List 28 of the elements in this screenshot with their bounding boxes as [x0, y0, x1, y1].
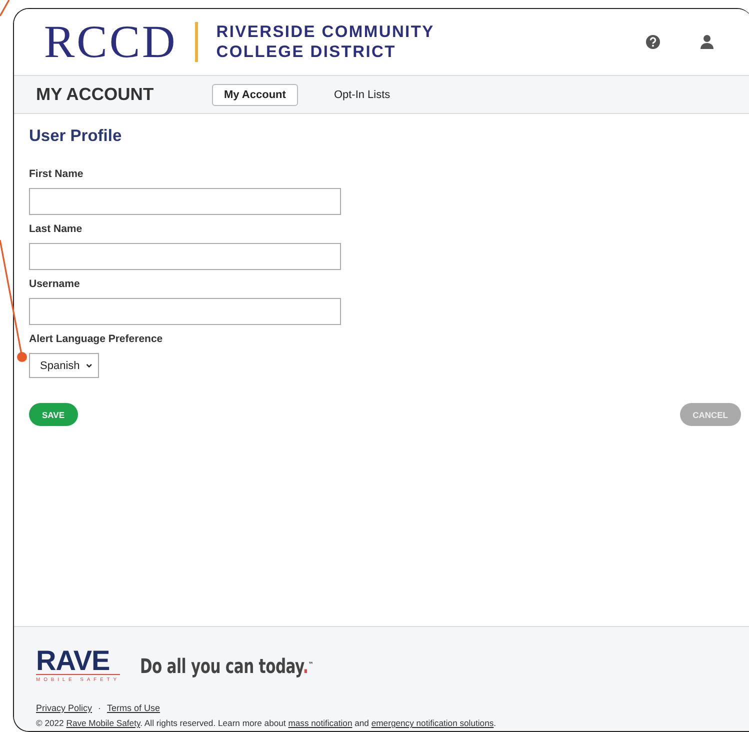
- footer-link[interactable]: mass notification: [288, 718, 352, 728]
- text-field[interactable]: [29, 188, 341, 215]
- logo-mark: RCCD: [44, 19, 178, 65]
- section-heading: User Profile: [29, 126, 123, 146]
- tagline: Do all you can today.$^{™}$: [140, 654, 314, 678]
- copyright-text: © 2022 Rave Mobile Safety. All rights reserved. Learn more about mass notification and emergency notification solutions.: [36, 718, 498, 728]
- logo-text: RIVERSIDE COMMUNITY: [216, 22, 434, 42]
- nav-tab[interactable]: Opt-In Lists: [322, 84, 402, 106]
- brand-logo-text: RAVE: [36, 649, 120, 675]
- field-label: Alert Language Preference: [29, 333, 164, 345]
- logo-text: COLLEGE DISTRICT: [216, 42, 397, 62]
- page-title: MY ACCOUNT: [36, 84, 155, 105]
- caret-icon: [86, 362, 92, 368]
- separator: ·: [98, 703, 102, 713]
- field-label: Username: [29, 278, 81, 290]
- footer-link[interactable]: Terms of Use: [107, 703, 160, 713]
- nav-tab[interactable]: My Account: [212, 84, 298, 106]
- footer-link[interactable]: emergency notification solutions: [371, 718, 494, 728]
- field-label: Last Name: [29, 223, 84, 235]
- text-field[interactable]: [29, 243, 341, 270]
- help-icon[interactable]: [645, 34, 661, 50]
- language-dropdown[interactable]: Spanish: [29, 353, 99, 378]
- field-label: First Name: [29, 168, 84, 180]
- footer-link[interactable]: Rave Mobile Safety: [66, 718, 140, 728]
- text-field[interactable]: [29, 298, 341, 325]
- footer-link[interactable]: Privacy Policy: [36, 703, 92, 713]
- user-icon[interactable]: [699, 34, 715, 50]
- logo-divider: [195, 22, 198, 62]
